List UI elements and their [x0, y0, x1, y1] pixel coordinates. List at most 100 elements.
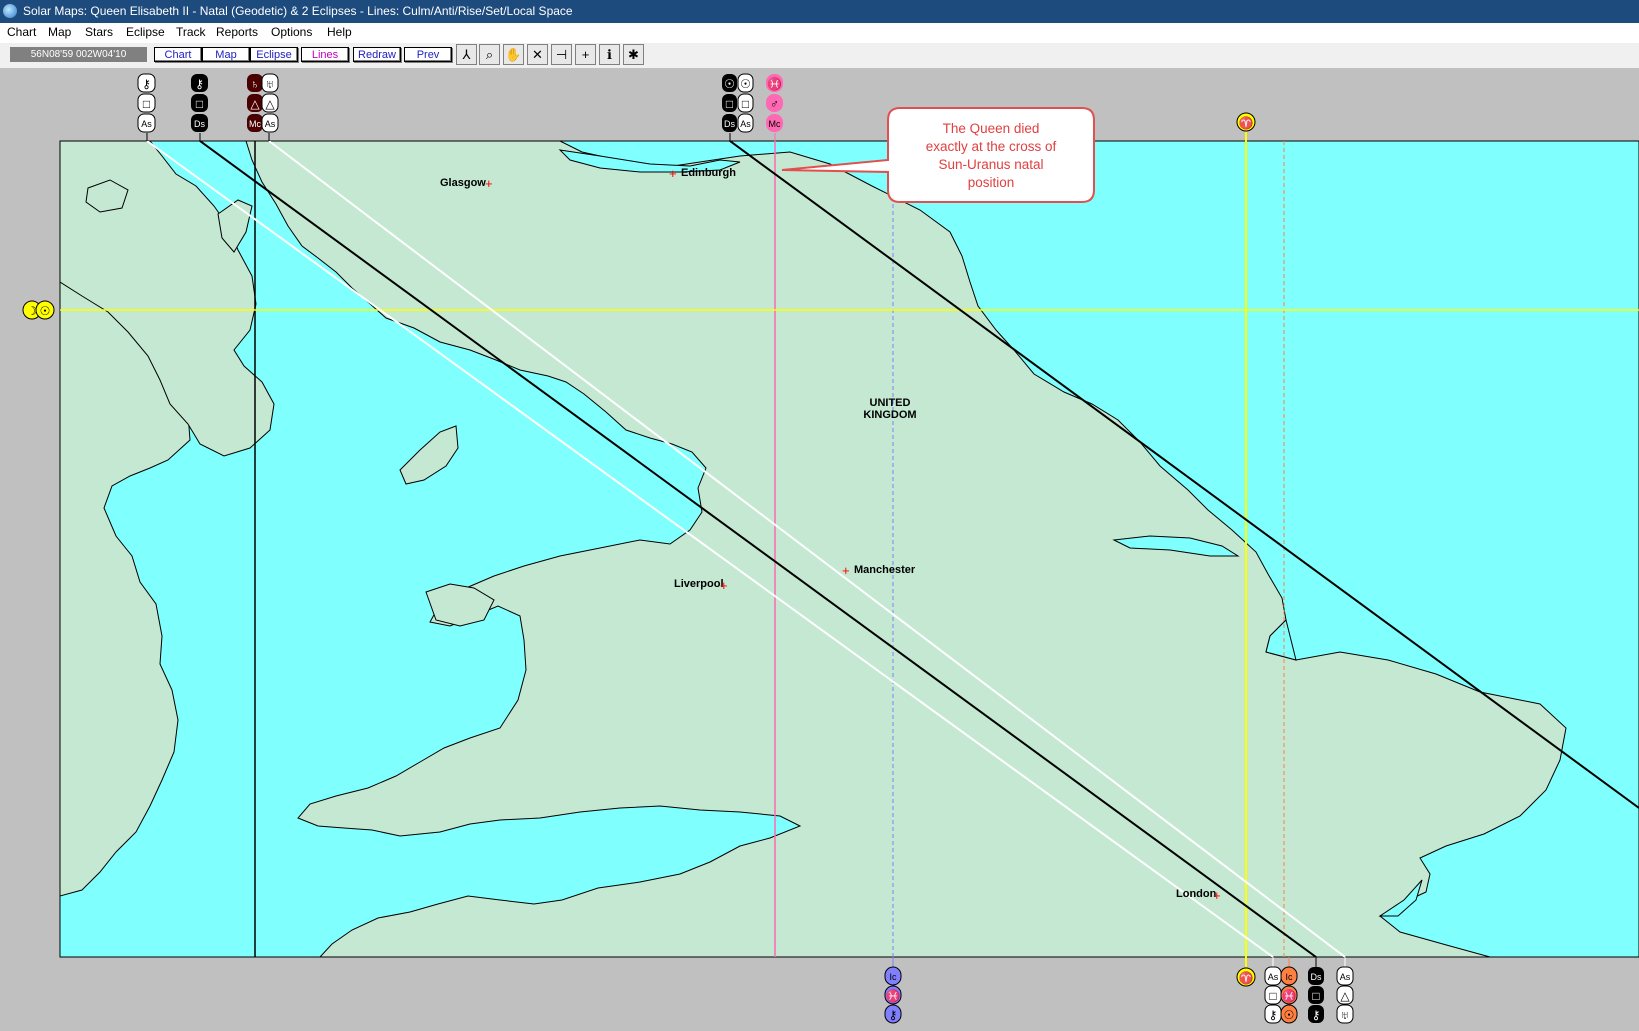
svg-text:position: position [968, 175, 1015, 190]
svg-text:△: △ [250, 97, 260, 111]
svg-text:As: As [141, 119, 152, 129]
svg-text:♅: ♅ [1341, 1008, 1350, 1022]
menu-options[interactable]: Options [271, 25, 312, 39]
svg-text:♓: ♓ [1282, 989, 1297, 1003]
svg-text:□: □ [742, 97, 749, 111]
menu-bar: Chart Map Stars Eclipse Track Reports Op… [0, 23, 1639, 43]
svg-text:Sun-Uranus natal: Sun-Uranus natal [938, 157, 1043, 172]
glyph-column-chiron-dsc-top[interactable]: ⚷ □ Ds [191, 74, 208, 141]
chart-button[interactable]: Chart [154, 47, 202, 62]
info-tool-icon[interactable]: ℹ [599, 44, 620, 65]
glyph-column-chiron-asc-bottom[interactable]: As □ ⚷ [1264, 957, 1282, 1024]
svg-text:Ic: Ic [1285, 972, 1293, 982]
svg-text:As: As [740, 119, 751, 129]
toolbar: 56N08'59 002W04'10 Chart Map Eclipse Lin… [0, 43, 1639, 68]
svg-text:+: + [1213, 888, 1221, 903]
svg-text:⚷: ⚷ [1269, 1008, 1278, 1022]
window-title: Solar Maps: Queen Elisabeth II - Natal (… [23, 4, 573, 18]
glyph-column-uranus-asc-top[interactable]: ♅ △ As [261, 73, 279, 141]
svg-text:The Queen died: The Queen died [943, 121, 1040, 136]
svg-text:UNITED: UNITED [870, 397, 911, 409]
probe-tool-icon[interactable]: ⊣ [551, 44, 572, 65]
menu-eclipse[interactable]: Eclipse [126, 25, 165, 39]
menu-stars[interactable]: Stars [85, 25, 113, 39]
svg-text:+: + [842, 563, 850, 578]
zoom-tool-icon[interactable]: ⌕ [479, 44, 500, 65]
lines-button[interactable]: Lines [301, 47, 349, 62]
map-button[interactable]: Map [202, 47, 250, 62]
svg-text:□: □ [1269, 989, 1276, 1003]
svg-text:exactly at the cross of: exactly at the cross of [926, 139, 1057, 154]
title-bar: Solar Maps: Queen Elisabeth II - Natal (… [0, 0, 1639, 23]
menu-chart[interactable]: Chart [7, 25, 36, 39]
hand-tool-icon[interactable]: ✋ [503, 44, 524, 65]
svg-text:+: + [720, 578, 728, 593]
add-point-tool-icon[interactable]: + [575, 44, 596, 65]
menu-track[interactable]: Track [176, 25, 206, 39]
svg-text:Mc: Mc [769, 119, 781, 129]
glyph-column-chiron-asc-top[interactable]: ⚷ □ As [137, 73, 156, 141]
svg-text:☉: ☉ [740, 77, 751, 91]
svg-text:⚷: ⚷ [1312, 1008, 1321, 1022]
svg-text:As: As [265, 119, 276, 129]
svg-text:♓: ♓ [886, 989, 901, 1003]
aspect-tool-icon[interactable]: ✱ [623, 44, 644, 65]
svg-text:□: □ [1312, 989, 1319, 1003]
svg-text:Ds: Ds [724, 119, 735, 129]
svg-text:♅: ♅ [266, 77, 275, 91]
glyph-column-chiron-dsc-bottom[interactable]: Ds □ ⚷ [1308, 957, 1324, 1023]
glyph-column-uranus-asc-bottom[interactable]: As △ ♅ [1336, 957, 1354, 1024]
svg-text:Ds: Ds [1311, 972, 1322, 982]
svg-text:⚷: ⚷ [889, 1008, 898, 1022]
menu-reports[interactable]: Reports [216, 25, 258, 39]
svg-text:Ds: Ds [194, 119, 205, 129]
svg-text:□: □ [143, 97, 150, 111]
svg-text:☉: ☉ [1284, 1008, 1295, 1022]
map-canvas[interactable]: Glasgow + + Edinburgh + Manchester Liver… [0, 68, 1639, 1031]
country-label-uk: UNITED KINGDOM [863, 397, 916, 421]
svg-text:+: + [669, 166, 677, 181]
prev-button[interactable]: Prev [404, 47, 452, 62]
menu-map[interactable]: Map [48, 25, 71, 39]
eclipse-button[interactable]: Eclipse [250, 47, 298, 62]
svg-text:⚷: ⚷ [142, 77, 151, 91]
glyph-column-blue-ic-bottom[interactable]: Ic ♓ ⚷ [884, 957, 902, 1024]
glyph-column-sun-dsc-top[interactable]: ☉ ☉ □ □ Ds As [722, 73, 754, 141]
glyph-aries-top[interactable]: ♈ [1236, 112, 1256, 141]
coordinates-readout: 56N08'59 002W04'10 [10, 47, 147, 62]
svg-text:Manchester: Manchester [854, 564, 916, 576]
svg-text:Mc: Mc [249, 119, 261, 129]
svg-text:As: As [1340, 972, 1351, 982]
move-tool-icon[interactable]: ⅄ [456, 44, 477, 65]
svg-text:Ic: Ic [889, 972, 897, 982]
svg-text:☉: ☉ [40, 304, 51, 318]
svg-text:Liverpool: Liverpool [674, 578, 724, 590]
svg-text:△: △ [1340, 989, 1350, 1003]
cross-tool-icon[interactable]: ✕ [527, 44, 548, 65]
glyph-column-orange-ic-bottom[interactable]: Ic ♓ ☉ [1280, 957, 1298, 1024]
svg-text:♈: ♈ [1239, 971, 1254, 985]
redraw-button[interactable]: Redraw [353, 47, 401, 62]
svg-text:As: As [1268, 972, 1279, 982]
svg-text:Glasgow: Glasgow [440, 177, 486, 189]
glyph-column-saturn-mc-top[interactable]: ♄ △ Mc [247, 74, 263, 132]
svg-text:Edinburgh: Edinburgh [681, 167, 736, 179]
glyph-aries-bottom[interactable]: ♈ [1236, 957, 1256, 987]
svg-text:⚷: ⚷ [195, 77, 204, 91]
glyph-column-mars-mc-top[interactable]: ♓ ♂ Mc [766, 74, 783, 141]
svg-text:♂: ♂ [770, 97, 779, 111]
app-globe-icon [3, 4, 17, 18]
svg-text:♄: ♄ [251, 77, 260, 91]
city-manchester[interactable]: + Manchester [842, 563, 916, 578]
menu-help[interactable]: Help [327, 25, 352, 39]
svg-text:☉: ☉ [724, 77, 735, 91]
svg-text:□: □ [196, 97, 203, 111]
svg-text:KINGDOM: KINGDOM [863, 409, 916, 421]
svg-text:+: + [485, 176, 493, 191]
svg-text:△: △ [265, 97, 275, 111]
svg-text:London: London [1176, 888, 1217, 900]
svg-text:♓: ♓ [767, 77, 782, 91]
svg-text:♈: ♈ [1239, 116, 1254, 130]
glyph-moon-sun-left[interactable]: ☽ ☉ [22, 300, 55, 320]
city-glasgow[interactable]: Glasgow + [440, 176, 493, 191]
